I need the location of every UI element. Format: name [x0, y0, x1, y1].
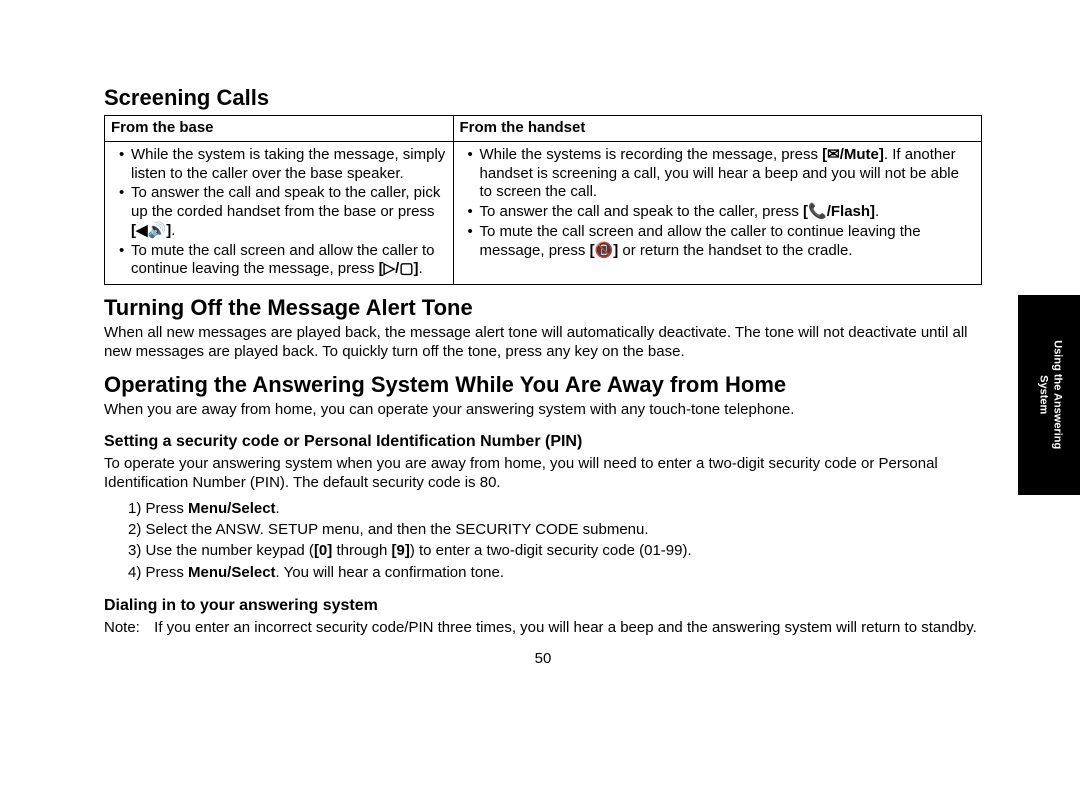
- flash-icon: [📞/Flash]: [803, 203, 875, 220]
- screening-table: From the base From the handset While the…: [104, 115, 982, 285]
- base-item-3: To mute the call screen and allow the ca…: [123, 242, 447, 280]
- step-4: 4) Press Menu/Select. You will hear a co…: [128, 563, 982, 583]
- handset-item-3: To mute the call screen and allow the ca…: [472, 223, 975, 261]
- step-3: 3) Use the number keypad ([0] through [9…: [128, 541, 982, 561]
- heading-setting-pin: Setting a security code or Personal Iden…: [104, 433, 982, 451]
- handset-item-2: To answer the call and speak to the call…: [472, 203, 975, 222]
- sidetab-line1: Using the Answering: [1051, 341, 1063, 450]
- play-stop-icon: [▷/▢]: [379, 260, 419, 277]
- step-2: 2) Select the ANSW. SETUP menu, and then…: [128, 520, 982, 540]
- pin-steps: 1) Press Menu/Select. 2) Select the ANSW…: [128, 499, 982, 583]
- key-9: [9]: [392, 542, 410, 559]
- note-body: If you enter an incorrect security code/…: [154, 619, 978, 638]
- end-call-icon: [📵]: [590, 242, 619, 259]
- page-number: 50: [104, 650, 982, 667]
- base-item-2: To answer the call and speak to the call…: [123, 184, 447, 240]
- col-header-handset: From the handset: [453, 116, 981, 142]
- menu-select-key: Menu/Select: [188, 500, 276, 517]
- side-tab: Using the Answering System: [1018, 295, 1080, 495]
- para-turning-off: When all new messages are played back, t…: [104, 324, 982, 362]
- heading-operating: Operating the Answering System While You…: [104, 372, 982, 398]
- step-1: 1) Press Menu/Select.: [128, 499, 982, 519]
- note-dialing: Note: If you enter an incorrect security…: [104, 619, 982, 638]
- mute-icon: [✉/Mute]: [822, 146, 884, 163]
- menu-select-key-2: Menu/Select: [188, 564, 276, 581]
- note-label: Note:: [104, 619, 150, 638]
- cell-from-base: While the system is taking the message, …: [105, 141, 454, 284]
- handset-item-1: While the systems is recording the messa…: [472, 146, 975, 202]
- para-pin-intro: To operate your answering system when yo…: [104, 455, 982, 493]
- heading-screening-calls: Screening Calls: [104, 85, 982, 111]
- sidetab-line2: System: [1037, 375, 1049, 414]
- heading-dialing: Dialing in to your answering system: [104, 597, 982, 615]
- heading-turning-off: Turning Off the Message Alert Tone: [104, 295, 982, 321]
- para-operating: When you are away from home, you can ope…: [104, 401, 982, 420]
- base-item-1: While the system is taking the message, …: [123, 146, 447, 184]
- key-0: [0]: [314, 542, 332, 559]
- speaker-icon: [◀🔊]: [131, 222, 171, 239]
- col-header-base: From the base: [105, 116, 454, 142]
- cell-from-handset: While the systems is recording the messa…: [453, 141, 981, 284]
